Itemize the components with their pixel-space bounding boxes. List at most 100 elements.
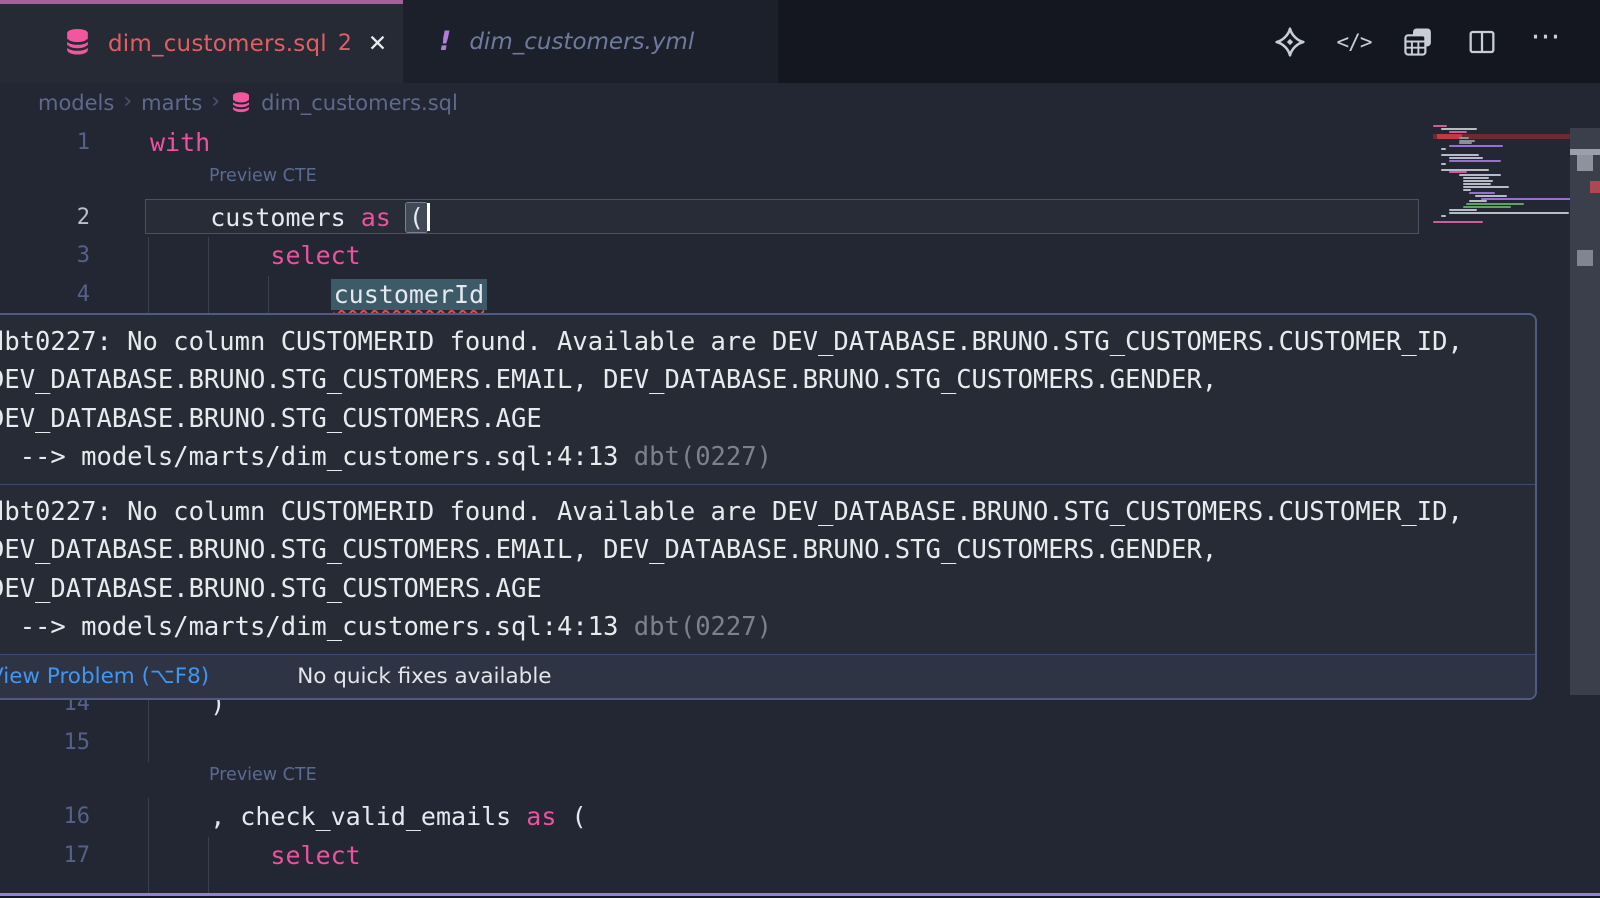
indent-guide	[148, 276, 149, 315]
code-editor[interactable]: 1withPreview CTE2 customers as (3 select…	[0, 122, 1600, 898]
error-location-line: --> models/marts/dim_customers.sql:4:13 …	[0, 438, 1535, 476]
indent-guide	[148, 237, 149, 276]
overview-error-marker	[1590, 181, 1600, 193]
breadcrumb: models › marts › dim_customers.sql	[0, 83, 1600, 122]
minimap-line	[1469, 192, 1495, 194]
code-token	[391, 203, 406, 232]
minimap-line	[1469, 200, 1487, 202]
error-message-line: DEV_DATABASE.BRUNO.STG_CUSTOMERS.EMAIL, …	[0, 361, 1535, 399]
minimap-line	[1441, 148, 1446, 150]
minimap-line	[1449, 131, 1467, 133]
database-icon	[62, 26, 93, 61]
error-identifier-customerid[interactable]: customerId	[331, 279, 488, 310]
modified-count-badge: 2	[338, 31, 352, 56]
error-block: dbt0227: No column CUSTOMERID found. Ava…	[0, 485, 1535, 654]
code-lines-top: 1withPreview CTE2 customers as (3 select…	[0, 124, 1600, 314]
code-line[interactable]: 4 customerId	[0, 276, 1600, 315]
minimap-line	[1463, 189, 1471, 191]
overview-decoration-marker	[1577, 155, 1593, 171]
code-token	[150, 841, 270, 870]
minimap-line	[1449, 157, 1483, 159]
scrollbar-slider[interactable]	[1570, 128, 1600, 695]
tab-dim-customers-sql[interactable]: dim_customers.sql 2 ✕	[0, 0, 403, 83]
error-message-line: DEV_DATABASE.BRUNO.STG_CUSTOMERS.AGE	[0, 400, 1535, 438]
diagnostic-code: dbt(0227)	[634, 612, 772, 642]
line-number: 4	[0, 276, 90, 315]
editor-tab-bar: dim_customers.sql 2 ✕ ! dim_customers.ym…	[0, 0, 1600, 83]
overview-decoration-marker	[1577, 250, 1593, 266]
compiled-code-icon[interactable]: </>	[1336, 21, 1372, 63]
minimap-line	[1433, 125, 1447, 127]
minimap-line	[1459, 142, 1472, 144]
chevron-right-icon: ›	[114, 89, 141, 117]
minimap-line	[1441, 215, 1446, 217]
diagnostic-code: dbt(0227)	[634, 442, 772, 472]
code-line[interactable]: 15	[0, 724, 1600, 763]
error-message-line: dbt0227: No column CUSTOMERID found. Ava…	[0, 323, 1535, 361]
dbt-power-user-icon[interactable]	[1272, 21, 1308, 63]
code-line[interactable]: 3 select	[0, 237, 1600, 276]
tab-dim-customers-yml[interactable]: ! dim_customers.yml	[403, 0, 778, 83]
more-actions-icon[interactable]: ⋯	[1528, 16, 1564, 68]
breadcrumb-file[interactable]: dim_customers.sql	[261, 91, 458, 115]
quick-fix-hint: No quick fixes available	[297, 664, 551, 689]
minimap-line	[1463, 186, 1509, 188]
breadcrumb-marts[interactable]: marts	[141, 91, 202, 115]
minimap-line	[1481, 198, 1576, 200]
minimap-line	[1463, 180, 1493, 182]
view-problem-link[interactable]: View Problem (⌥F8)	[0, 664, 209, 689]
line-number: 16	[0, 798, 90, 837]
chevron-right-icon: ›	[202, 89, 229, 117]
close-icon[interactable]: ✕	[368, 31, 387, 57]
line-number: 2	[0, 199, 90, 238]
warning-icon: !	[439, 26, 451, 57]
error-message-line: dbt0227: No column CUSTOMERID found. Ava…	[0, 493, 1535, 531]
code-text: , check_valid_emails as (	[150, 798, 587, 837]
minimap-line	[1449, 160, 1501, 162]
code-token	[150, 241, 270, 270]
code-line[interactable]: 2 customers as (	[0, 199, 1600, 238]
minimap-line	[1463, 183, 1491, 185]
line-number: 3	[0, 237, 90, 276]
error-location: --> models/marts/dim_customers.sql:4:13	[0, 612, 634, 642]
code-line[interactable]	[0, 875, 1600, 895]
code-text: with	[150, 124, 210, 163]
code-token: customers	[150, 203, 361, 232]
code-token: select	[270, 841, 360, 870]
code-line[interactable]: 17 select	[0, 837, 1600, 876]
breadcrumb-models[interactable]: models	[38, 91, 114, 115]
query-results-icon[interactable]	[1400, 21, 1436, 63]
editor-actions: </> ⋯	[1272, 0, 1564, 83]
minimap-line	[1463, 206, 1511, 208]
code-line[interactable]: 16 , check_valid_emails as (	[0, 798, 1600, 837]
minimap-line	[1441, 154, 1479, 156]
error-location-line: --> models/marts/dim_customers.sql:4:13 …	[0, 608, 1535, 646]
code-lines-bottom: 14 )15Preview CTE16 , check_valid_emails…	[0, 685, 1600, 895]
indent-guide	[148, 798, 149, 837]
error-message-line: DEV_DATABASE.BRUNO.STG_CUSTOMERS.EMAIL, …	[0, 531, 1535, 569]
matched-bracket: (	[406, 203, 427, 232]
split-editor-icon[interactable]	[1464, 21, 1500, 63]
vscode-window: dim_customers.sql 2 ✕ ! dim_customers.ym…	[0, 0, 1600, 898]
codelens-preview-cte[interactable]: Preview CTE	[209, 765, 317, 785]
code-token	[150, 280, 331, 309]
error-location: --> models/marts/dim_customers.sql:4:13	[0, 442, 634, 472]
line-number: 17	[0, 837, 90, 876]
codelens-preview-cte[interactable]: Preview CTE	[209, 166, 317, 186]
minimap-line	[1459, 174, 1501, 176]
minimap-line	[1449, 212, 1569, 214]
minimap-line	[1433, 221, 1483, 223]
codelens-row: Preview CTE	[0, 163, 1600, 199]
code-token: with	[150, 128, 210, 157]
code-token: (	[556, 802, 586, 831]
minimap-line	[1459, 140, 1475, 142]
minimap-line	[1441, 128, 1477, 130]
code-text: select	[150, 837, 361, 876]
minimap-line	[1449, 171, 1467, 173]
error-block: dbt0227: No column CUSTOMERID found. Ava…	[0, 315, 1535, 484]
text-cursor	[427, 203, 430, 231]
code-line[interactable]: 1with	[0, 124, 1600, 163]
code-text: select	[150, 237, 361, 276]
minimap-line	[1441, 163, 1446, 165]
code-text: customers as (	[150, 199, 430, 238]
